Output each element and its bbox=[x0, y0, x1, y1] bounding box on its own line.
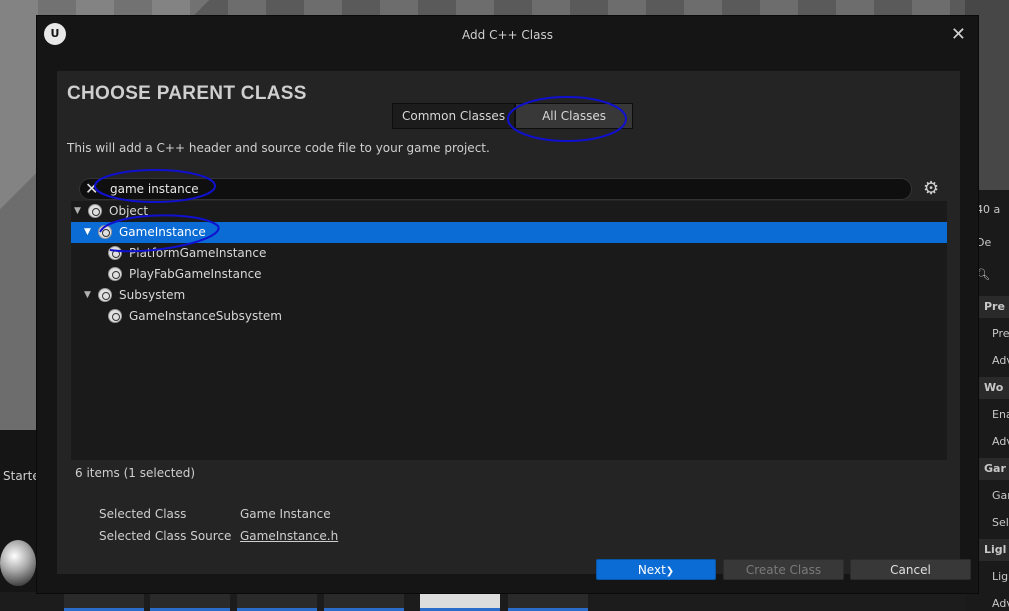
expand-triangle-icon[interactable]: ▼ bbox=[84, 222, 91, 243]
next-button[interactable]: Next❯ bbox=[596, 559, 716, 580]
asset-thumbnail[interactable] bbox=[324, 592, 404, 611]
asset-thumbnail[interactable] bbox=[150, 592, 230, 611]
tree-row-label: Object bbox=[109, 204, 149, 218]
class-icon bbox=[88, 204, 102, 218]
dialog-body: CHOOSE PARENT CLASS Common Classes All C… bbox=[57, 71, 971, 580]
expand-triangle-icon[interactable]: ▼ bbox=[74, 201, 81, 222]
tree-row-gameinstance[interactable]: ▼ GameInstance bbox=[71, 222, 947, 243]
class-icon bbox=[108, 246, 122, 260]
dialog-title: Add C++ Class bbox=[462, 28, 553, 42]
tab-common-classes[interactable]: Common Classes bbox=[392, 103, 516, 129]
description-text: This will add a C++ header and source co… bbox=[67, 141, 490, 155]
tree-row-playfabgameinstance[interactable]: PlayFabGameInstance bbox=[71, 264, 947, 285]
details-item: 40 a bbox=[976, 203, 1001, 216]
details-item: Gar bbox=[992, 489, 1009, 502]
title-bar[interactable]: U Add C++ Class ✕ bbox=[37, 16, 978, 56]
class-icon bbox=[98, 288, 112, 302]
details-category[interactable]: Pre bbox=[976, 296, 1009, 318]
asset-thumbnail[interactable] bbox=[64, 592, 144, 611]
selected-class-label: Selected Class bbox=[99, 507, 187, 521]
class-tabs: Common Classes All Classes bbox=[392, 103, 633, 129]
tree-row-label: PlayFabGameInstance bbox=[129, 267, 262, 281]
close-icon[interactable]: ✕ bbox=[85, 179, 98, 199]
chevron-right-icon: ❯ bbox=[665, 566, 675, 577]
next-button-label: Next bbox=[637, 563, 666, 577]
page-title: CHOOSE PARENT CLASS bbox=[67, 83, 307, 104]
cancel-button[interactable]: Cancel bbox=[850, 559, 971, 580]
class-icon bbox=[98, 225, 112, 239]
details-category[interactable]: Gar bbox=[976, 458, 1009, 480]
started-label: Starte bbox=[3, 469, 40, 483]
tree-row-label: PlatformGameInstance bbox=[129, 246, 267, 260]
class-icon bbox=[108, 267, 122, 281]
tree-row-gameinstancesubsystem[interactable]: GameInstanceSubsystem bbox=[71, 306, 947, 327]
material-preview-sphere bbox=[0, 540, 36, 586]
item-count: 6 items (1 selected) bbox=[75, 466, 196, 480]
tree-row-label: GameInstance bbox=[119, 225, 206, 239]
details-item[interactable]: Adv bbox=[976, 435, 1009, 448]
selected-class-value: Game Instance bbox=[240, 507, 331, 521]
selected-class-source-label: Selected Class Source bbox=[99, 529, 232, 543]
details-item: Ligl bbox=[992, 570, 1009, 583]
details-item: Pre bbox=[992, 327, 1009, 340]
details-item: Sel bbox=[992, 516, 1009, 529]
details-category[interactable]: Ligl bbox=[976, 539, 1009, 561]
tree-row-object[interactable]: ▼ Object bbox=[71, 201, 947, 222]
class-search-box[interactable]: ✕ bbox=[79, 178, 912, 200]
tree-row-subsystem[interactable]: ▼ Subsystem bbox=[71, 285, 947, 306]
gear-icon[interactable]: ⚙ bbox=[923, 178, 939, 199]
asset-thumbnail[interactable] bbox=[237, 592, 317, 611]
tree-row-platformgameinstance[interactable]: PlatformGameInstance bbox=[71, 243, 947, 264]
details-search-icon[interactable]: 🔍︎ bbox=[976, 268, 1009, 281]
close-icon[interactable]: ✕ bbox=[951, 24, 966, 45]
search-input[interactable] bbox=[110, 179, 890, 199]
tree-row-label: Subsystem bbox=[119, 288, 186, 302]
details-category[interactable]: Wo bbox=[976, 377, 1009, 399]
tree-row-label: GameInstanceSubsystem bbox=[129, 309, 282, 323]
details-item[interactable]: Adv bbox=[976, 354, 1009, 367]
class-icon bbox=[108, 309, 122, 323]
details-item[interactable]: Adv bbox=[976, 597, 1009, 610]
asset-thumbnail[interactable] bbox=[508, 592, 588, 611]
tab-all-classes[interactable]: All Classes bbox=[515, 103, 633, 129]
details-item: Ena bbox=[992, 408, 1009, 421]
expand-triangle-icon[interactable]: ▼ bbox=[84, 285, 91, 306]
details-item[interactable]: De bbox=[976, 236, 1009, 249]
selected-class-source-link[interactable]: GameInstance.h bbox=[240, 529, 338, 543]
add-cpp-class-dialog: U Add C++ Class ✕ CHOOSE PARENT CLASS Co… bbox=[36, 15, 979, 594]
create-class-button[interactable]: Create Class bbox=[723, 559, 844, 580]
asset-thumbnail[interactable] bbox=[420, 592, 500, 611]
class-tree: ▼ Object ▼ GameInstance PlatformGameInst… bbox=[71, 201, 947, 460]
